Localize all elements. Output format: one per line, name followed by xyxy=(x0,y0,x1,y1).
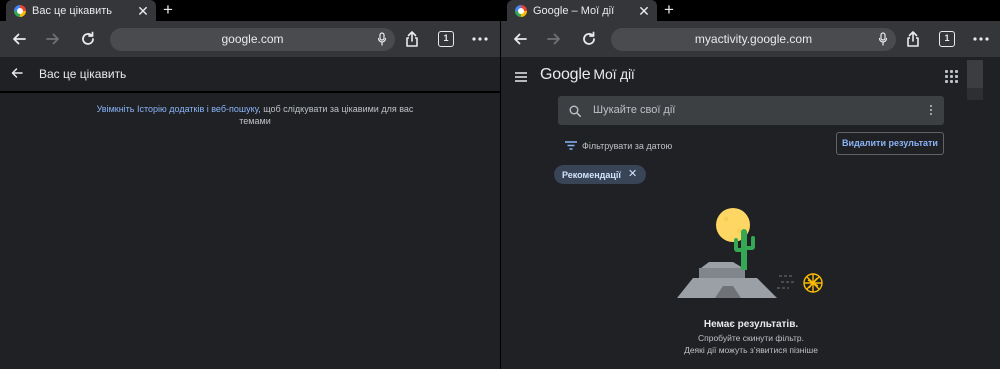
tab-switcher-button[interactable]: 1 xyxy=(434,27,458,51)
browser-tab[interactable]: Вас це цікавить ✕ xyxy=(6,0,156,21)
back-arrow-icon[interactable] xyxy=(10,66,24,85)
more-menu-icon[interactable] xyxy=(468,27,492,51)
scrollbar[interactable] xyxy=(967,88,983,100)
product-name: Мої дії xyxy=(593,66,635,82)
new-tab-button[interactable]: + xyxy=(160,0,176,21)
google-favicon-icon xyxy=(14,4,26,17)
page-header: Вас це цікавить xyxy=(0,57,500,91)
tab-count: 1 xyxy=(939,31,955,47)
filter-label: Фільтрувати за датою xyxy=(582,141,673,151)
microphone-icon[interactable] xyxy=(377,32,387,51)
tab-title: Google – Мої дії xyxy=(533,4,615,17)
address-bar[interactable]: myactivity.google.com xyxy=(611,28,896,51)
message-text: , щоб слідкувати за цікавими для вас тем… xyxy=(239,104,414,126)
browser-toolbar: google.com 1 xyxy=(0,21,500,57)
reload-icon[interactable] xyxy=(577,27,601,51)
delete-results-button[interactable]: Видалити результати xyxy=(836,132,944,155)
chip-label: Рекомендації xyxy=(562,169,621,180)
browser-tab[interactable]: Google – Мої дії ✕ xyxy=(507,0,657,21)
search-icon xyxy=(569,104,581,122)
share-icon[interactable] xyxy=(901,27,925,51)
google-my-activity-logo[interactable]: Google Мої дії xyxy=(540,66,635,84)
search-placeholder: Шукайте свої дії xyxy=(593,104,676,116)
google-favicon-icon xyxy=(515,4,527,17)
tab-strip: Вас це цікавить ✕ + xyxy=(0,0,500,21)
back-arrow-icon[interactable] xyxy=(508,27,532,51)
left-browser-pane: Вас це цікавить ✕ + google.com 1 Вас це … xyxy=(0,0,500,369)
tab-switcher-button[interactable]: 1 xyxy=(935,27,959,51)
apps-grid-icon[interactable] xyxy=(945,70,958,83)
right-browser-pane: Google – Мої дії ✕ + myactivity.google.c… xyxy=(500,0,1000,369)
back-arrow-icon[interactable] xyxy=(7,27,31,51)
search-input[interactable]: Шукайте свої дії xyxy=(558,96,944,125)
forward-arrow-icon[interactable] xyxy=(542,27,566,51)
tab-strip: Google – Мої дії ✕ + xyxy=(501,0,1000,21)
page-title: Вас це цікавить xyxy=(39,67,127,81)
tumbleweed-icon xyxy=(803,273,823,293)
filter-by-date-button[interactable]: Фільтрувати за датою xyxy=(565,137,672,155)
empty-state-illustration xyxy=(671,200,831,310)
avatar[interactable] xyxy=(967,60,983,88)
enable-activity-link[interactable]: Увімкніть Історію додатків і веб-пошуку xyxy=(97,104,259,114)
microphone-icon[interactable] xyxy=(878,32,888,51)
tab-title: Вас це цікавить xyxy=(32,4,113,17)
share-icon[interactable] xyxy=(400,27,424,51)
search-options-icon[interactable] xyxy=(930,105,932,115)
header-divider xyxy=(0,91,500,93)
address-url: myactivity.google.com xyxy=(694,32,813,46)
tab-close-icon[interactable]: ✕ xyxy=(637,4,651,18)
new-tab-button[interactable]: + xyxy=(661,0,677,21)
address-url: google.com xyxy=(221,32,284,46)
filter-chip[interactable]: Рекомендації ✕ xyxy=(554,165,647,184)
empty-state-note: Деякі дії можуть з’явитися пізніше xyxy=(684,345,818,355)
filter-icon xyxy=(565,137,577,155)
forward-arrow-icon[interactable] xyxy=(41,27,65,51)
empty-state-hint: Спробуйте скинути фільтр. xyxy=(697,333,804,343)
interests-message: Увімкніть Історію додатків і веб-пошуку,… xyxy=(90,103,420,127)
browser-toolbar: myactivity.google.com 1 xyxy=(501,21,1000,57)
tab-count: 1 xyxy=(438,31,454,47)
tab-close-icon[interactable]: ✕ xyxy=(136,4,150,18)
empty-state-title: Немає результатів. xyxy=(703,319,799,330)
reload-icon[interactable] xyxy=(76,27,100,51)
more-menu-icon[interactable] xyxy=(969,27,993,51)
address-bar[interactable]: google.com xyxy=(110,28,395,51)
hamburger-menu-icon[interactable] xyxy=(515,69,527,87)
chip-close-icon[interactable]: ✕ xyxy=(628,169,637,180)
google-wordmark: Google xyxy=(540,66,591,83)
cactus-icon xyxy=(741,229,747,270)
